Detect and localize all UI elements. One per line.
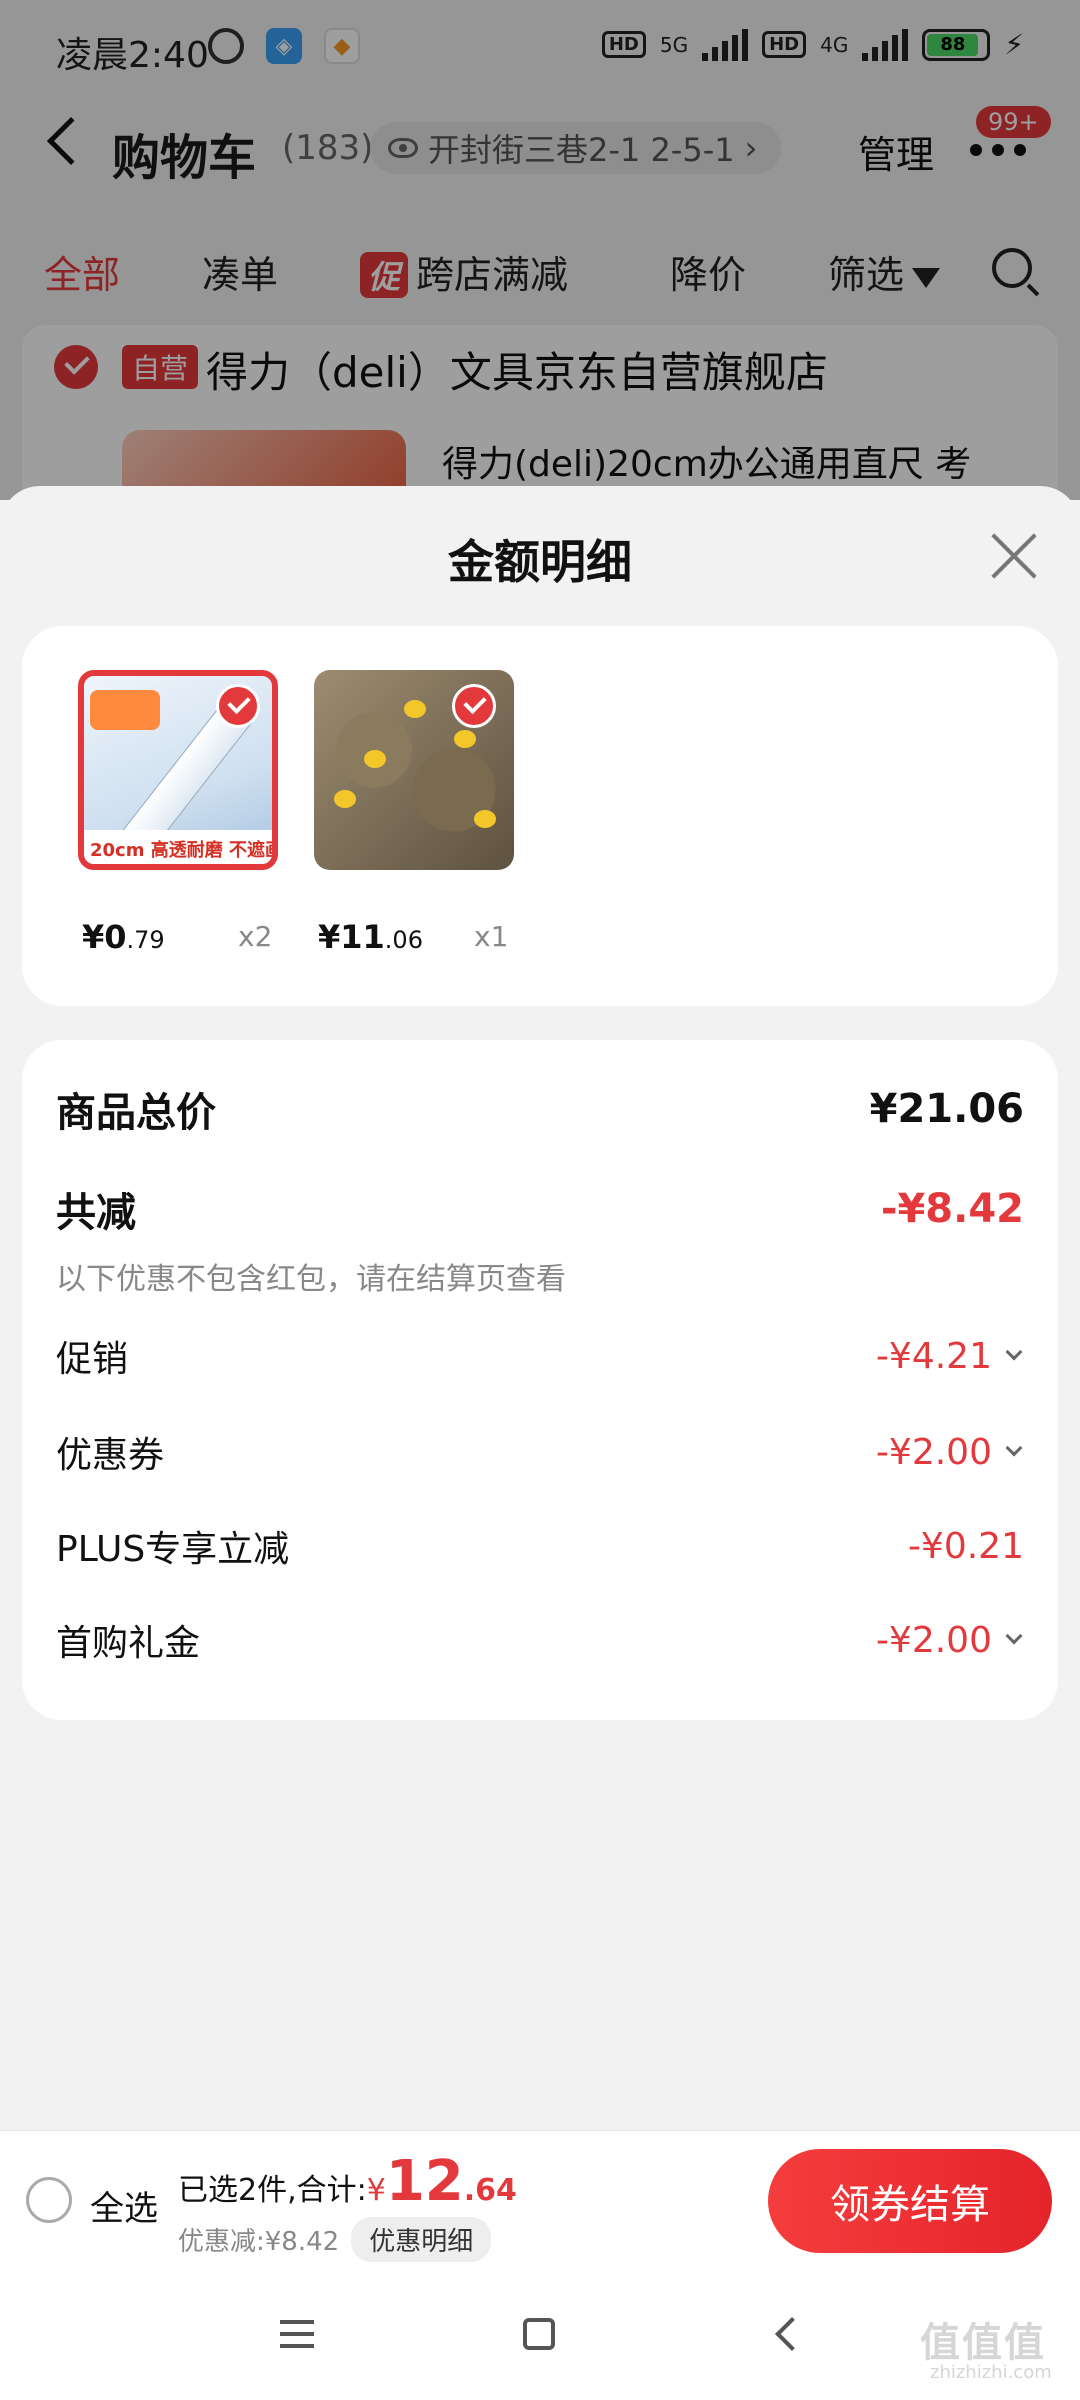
home-icon[interactable] bbox=[523, 2318, 555, 2350]
total-amount-int: 12 bbox=[385, 2149, 464, 2214]
total-reduction-value: -¥8.42 bbox=[880, 1186, 1024, 1232]
item-check-icon[interactable] bbox=[452, 684, 496, 728]
coupon-value-wrap: -¥2.00 bbox=[876, 1432, 1024, 1473]
chevron-down-icon bbox=[1005, 1343, 1023, 1361]
total-amount-dec: .64 bbox=[463, 2173, 517, 2208]
item-price-dec: .79 bbox=[126, 926, 165, 954]
coupon-label: 优惠券 bbox=[56, 1435, 165, 1476]
selected-count-text: 已选2件,合计: bbox=[178, 2173, 367, 2208]
item-price-int: ¥11 bbox=[318, 918, 385, 956]
total-summary: 已选2件,合计:¥12.64 bbox=[178, 2149, 517, 2214]
close-icon[interactable] bbox=[990, 532, 1038, 580]
total-currency: ¥ bbox=[366, 2173, 386, 2208]
item-price-dec: .06 bbox=[384, 926, 423, 954]
system-navigation-bar: 值值值 zhizhizhi.com bbox=[0, 2270, 1080, 2400]
discount-detail-button[interactable]: 优惠明细 bbox=[351, 2217, 492, 2262]
system-back-icon[interactable] bbox=[775, 2317, 809, 2351]
price-breakdown-card: 商品总价 ¥21.06 共减 -¥8.42 以下优惠不包含红包，请在结算页查看 … bbox=[22, 1040, 1058, 1720]
plus-discount-row: PLUS专享立减 -¥0.21 bbox=[56, 1520, 1024, 1572]
discount-line: 优惠减:¥8.42 优惠明细 bbox=[178, 2217, 492, 2262]
item-price: ¥11.06 bbox=[318, 918, 423, 956]
discount-note: 以下优惠不包含红包，请在结算页查看 bbox=[56, 1262, 566, 1297]
plus-discount-label: PLUS专享立减 bbox=[56, 1529, 290, 1570]
menu-icon[interactable] bbox=[280, 2320, 314, 2348]
select-all-label[interactable]: 全选 bbox=[90, 2181, 158, 2230]
plus-discount-value: -¥0.21 bbox=[907, 1525, 1024, 1567]
first-purchase-gift-label: 首购礼金 bbox=[56, 1623, 201, 1664]
first-purchase-gift-value-wrap: -¥2.00 bbox=[876, 1620, 1024, 1661]
select-all-radio[interactable] bbox=[26, 2177, 72, 2223]
amount-detail-sheet: 金额明细 20cm 高透耐磨 不遮画面 ¥0.79 x2 ¥11.06 x1 bbox=[0, 486, 1080, 2126]
selected-item[interactable]: ¥11.06 x1 bbox=[314, 670, 554, 956]
first-purchase-gift-value: -¥2.00 bbox=[875, 1619, 992, 1661]
item-quantity: x1 bbox=[474, 920, 509, 953]
sheet-title: 金额明细 bbox=[448, 535, 632, 589]
total-reduction-row: 共减 -¥8.42 bbox=[56, 1180, 1024, 1238]
item-price-int: ¥0 bbox=[82, 918, 127, 956]
promotion-row[interactable]: 促销 -¥4.21 bbox=[56, 1330, 1024, 1382]
checkout-button[interactable]: 领券结算 bbox=[768, 2149, 1052, 2253]
watermark-logo: 值值值 bbox=[920, 2320, 1046, 2366]
coupon-row[interactable]: 优惠券 -¥2.00 bbox=[56, 1426, 1024, 1478]
image-caption: 20cm 高透耐磨 不遮画面 bbox=[84, 830, 272, 864]
total-price-row: 商品总价 ¥21.06 bbox=[56, 1080, 1024, 1138]
cart-page-background: 凌晨2:40 ◈ ◆ HD 5G HD 4G 88 ⚡ 购物车 (183) 开封… bbox=[0, 0, 1080, 530]
promotion-label: 促销 bbox=[56, 1339, 129, 1380]
item-price: ¥0.79 bbox=[82, 918, 165, 956]
item-check-icon[interactable] bbox=[216, 684, 260, 728]
item-quantity: x2 bbox=[238, 920, 273, 953]
checkout-bar: 全选 已选2件,合计:¥12.64 优惠减:¥8.42 优惠明细 领券结算 bbox=[0, 2130, 1080, 2270]
chevron-down-icon bbox=[1005, 1439, 1023, 1457]
watermark-url: zhizhizhi.com bbox=[930, 2362, 1052, 2383]
total-price-value: ¥21.06 bbox=[869, 1086, 1024, 1132]
discount-amount-text: 优惠减:¥8.42 bbox=[178, 2227, 340, 2257]
promotion-value: -¥4.21 bbox=[875, 1335, 992, 1377]
coupon-value: -¥2.00 bbox=[875, 1431, 992, 1473]
total-reduction-label: 共减 bbox=[56, 1190, 136, 1236]
chevron-down-icon bbox=[1005, 1627, 1023, 1645]
selected-item[interactable]: 20cm 高透耐磨 不遮画面 ¥0.79 x2 bbox=[78, 670, 318, 956]
first-purchase-gift-row[interactable]: 首购礼金 -¥2.00 bbox=[56, 1614, 1024, 1666]
modal-overlay[interactable] bbox=[0, 0, 1080, 500]
selected-items-card: 20cm 高透耐磨 不遮画面 ¥0.79 x2 ¥11.06 x1 bbox=[22, 626, 1058, 1006]
promotion-value-wrap: -¥4.21 bbox=[876, 1336, 1024, 1377]
image-badge bbox=[90, 690, 160, 730]
total-price-label: 商品总价 bbox=[56, 1090, 216, 1136]
